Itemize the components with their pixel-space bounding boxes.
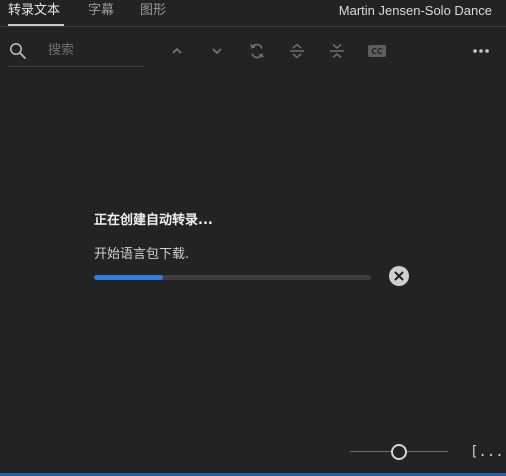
collapse-icon <box>330 43 344 59</box>
search-icon[interactable] <box>9 42 27 60</box>
toolbar: CC <box>0 30 506 70</box>
fit-to-panel-button[interactable]: [...] <box>470 442 506 462</box>
sync-button[interactable] <box>246 40 268 62</box>
clip-title: Martin Jensen-Solo Dance <box>338 3 492 18</box>
progress-bar <box>94 275 371 280</box>
chevron-down-icon <box>212 48 222 55</box>
expand-button[interactable] <box>286 40 308 62</box>
search-input[interactable] <box>48 40 140 60</box>
cc-icon: CC <box>368 45 386 57</box>
status-subtitle: 开始语言包下载. <box>94 247 190 262</box>
refresh-icon <box>250 43 264 59</box>
status-title: 正在创建自动转录... <box>94 213 213 228</box>
svg-text:CC: CC <box>371 47 383 56</box>
close-icon <box>394 271 404 281</box>
collapse-button[interactable] <box>326 40 348 62</box>
transcript-panel: 转录文本 字幕 图形 Martin Jensen-Solo Dance 搜索 C… <box>0 0 506 476</box>
progress-fill <box>94 275 164 280</box>
chevron-up-icon <box>172 47 182 54</box>
active-tab-indicator <box>8 24 64 26</box>
search-box <box>8 36 144 67</box>
zoom-thumb[interactable] <box>391 444 407 460</box>
cancel-button[interactable] <box>389 266 409 286</box>
more-icon <box>473 49 489 53</box>
tab-graphics[interactable]: 图形 <box>140 2 166 20</box>
tab-transcript[interactable]: 转录文本 <box>8 2 60 20</box>
next-result-button[interactable] <box>206 40 228 62</box>
zoom-slider[interactable] <box>350 443 448 461</box>
tab-bar: 转录文本 字幕 图形 Martin Jensen-Solo Dance <box>0 0 506 27</box>
tab-captions[interactable]: 字幕 <box>88 2 114 20</box>
previous-result-button[interactable] <box>166 40 188 62</box>
more-options-button[interactable] <box>470 40 492 62</box>
expand-icon <box>290 43 304 59</box>
captions-button[interactable]: CC <box>366 40 388 62</box>
